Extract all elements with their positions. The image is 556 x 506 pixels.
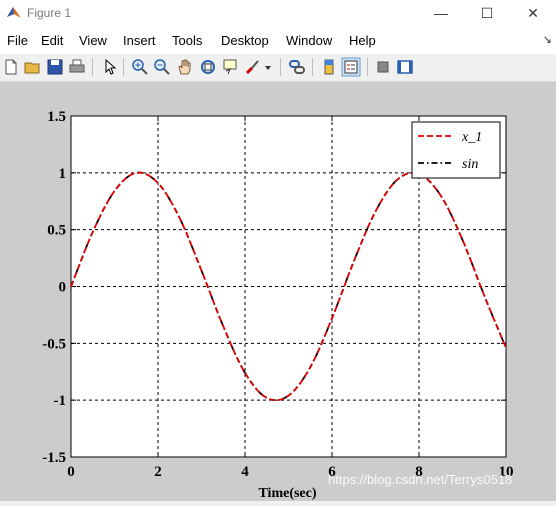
brush-dropdown-icon[interactable] — [262, 57, 274, 77]
legend-label-1: sin — [462, 157, 478, 172]
toolbar-separator — [367, 58, 368, 76]
y-tick-label: 1 — [59, 166, 67, 182]
zoom-in-icon[interactable] — [130, 57, 150, 77]
legend-label-0: x_1 — [461, 130, 482, 145]
menu-tools[interactable]: Tools — [172, 33, 202, 48]
pointer-icon[interactable] — [99, 57, 119, 77]
figure-canvas: 0 2 4 6 8 10 1.5 1 0.5 0 -0.5 -1 -1.5 Time(sec) x_1 sin — [0, 82, 556, 501]
rotate-icon[interactable] — [198, 57, 218, 77]
toolbar-separator — [92, 58, 93, 76]
y-tick-label: 1.5 — [47, 109, 66, 125]
open-file-icon[interactable] — [23, 57, 43, 77]
line-chart[interactable]: 0 2 4 6 8 101.510.50-0.5-1-1.5Time(sec)x_1sin — [0, 82, 556, 501]
legend-box — [411, 121, 501, 179]
menu-insert[interactable]: Insert — [123, 33, 156, 48]
menu-overflow-icon[interactable]: ↘ — [543, 33, 552, 46]
menu-file[interactable]: File — [7, 33, 28, 48]
x-tick-label: 0 — [67, 464, 75, 480]
x-tick-label: 2 — [154, 464, 162, 480]
minimize-button[interactable]: — — [418, 0, 464, 27]
y-tick-label: -1.5 — [42, 450, 66, 466]
toolbar-separator — [312, 58, 313, 76]
menu-desktop[interactable]: Desktop — [221, 33, 269, 48]
data-cursor-icon[interactable] — [220, 57, 240, 77]
toolbar-separator — [123, 58, 124, 76]
brush-icon[interactable] — [243, 57, 263, 77]
hide-plot-tools-icon[interactable] — [373, 57, 393, 77]
y-tick-label: -1 — [54, 393, 67, 409]
menu-edit[interactable]: Edit — [41, 33, 63, 48]
show-plot-tools-icon[interactable] — [395, 57, 415, 77]
menu-bar: File Edit View Insert Tools Desktop Wind… — [0, 27, 556, 54]
link-icon[interactable] — [287, 57, 307, 77]
y-tick-label: 0.5 — [47, 223, 66, 239]
print-icon[interactable] — [67, 57, 87, 77]
y-tick-label: -0.5 — [42, 336, 66, 352]
x-tick-label: 4 — [241, 464, 249, 480]
menu-help[interactable]: Help — [349, 33, 376, 48]
save-icon[interactable] — [45, 57, 65, 77]
maximize-button[interactable]: ☐ — [464, 0, 510, 27]
new-figure-icon[interactable] — [1, 57, 21, 77]
zoom-out-icon[interactable] — [152, 57, 172, 77]
window-title: Figure 1 — [27, 6, 72, 20]
matlab-logo-icon — [7, 7, 21, 18]
legend-icon[interactable] — [341, 57, 361, 77]
colorbar-icon[interactable] — [319, 57, 339, 77]
menu-window[interactable]: Window — [286, 33, 332, 48]
figure-toolbar — [0, 54, 556, 82]
title-bar: Figure 1 — ☐ ✕ — [0, 0, 556, 27]
toolbar-separator — [280, 58, 281, 76]
y-tick-label: 0 — [59, 280, 67, 296]
watermark-text: https://blog.csdn.net/Terrys0518 — [328, 472, 513, 487]
close-button[interactable]: ✕ — [510, 0, 556, 27]
x-axis-label: Time(sec) — [258, 486, 316, 501]
menu-view[interactable]: View — [79, 33, 107, 48]
pan-icon[interactable] — [175, 57, 195, 77]
